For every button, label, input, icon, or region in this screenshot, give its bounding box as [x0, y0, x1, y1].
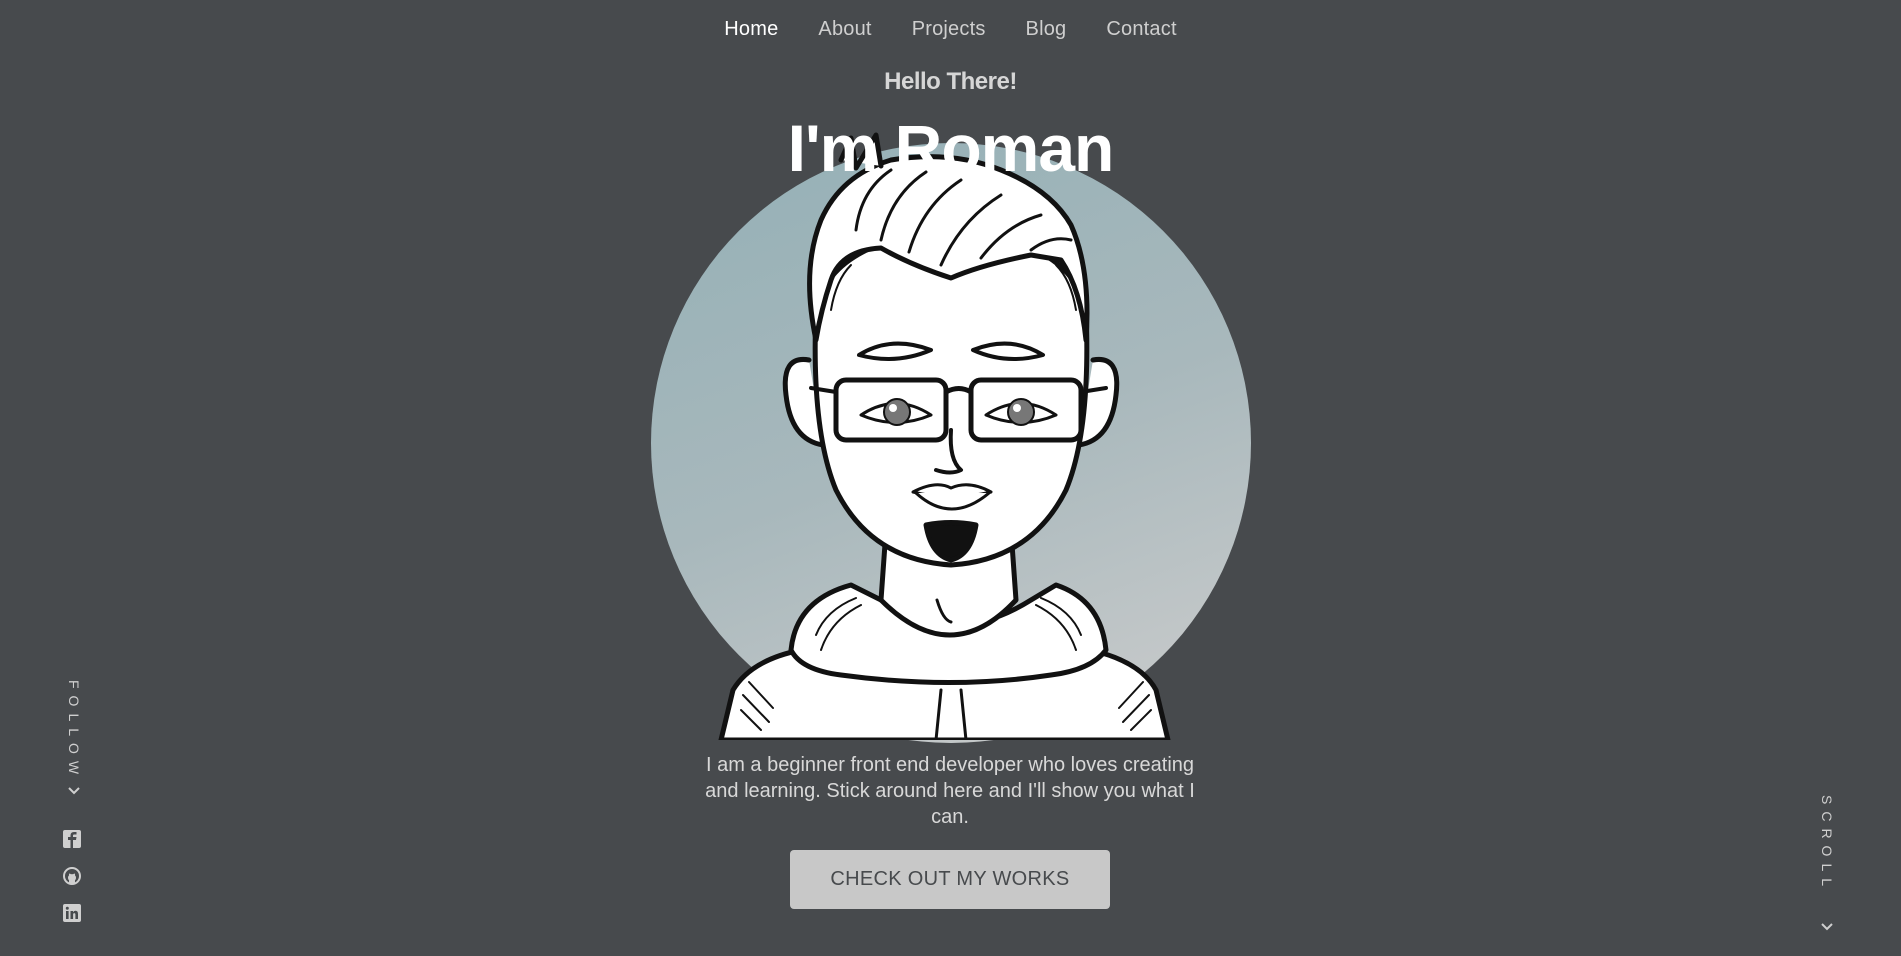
follow-label: FOLLOW: [66, 680, 82, 782]
nav-home[interactable]: Home: [724, 18, 778, 41]
follow-label-group: FOLLOW: [62, 680, 86, 799]
chevron-down-icon: [1820, 919, 1834, 935]
scroll-label: SCROLL: [1819, 795, 1835, 894]
hero-greeting: Hello There!: [884, 68, 1017, 95]
facebook-icon[interactable]: [63, 830, 83, 850]
avatar-drawing: [718, 132, 1171, 740]
page: Home About Projects Blog Contact Hello T…: [0, 0, 1901, 956]
scroll-indicator[interactable]: SCROLL: [1815, 795, 1839, 935]
linkedin-icon[interactable]: [63, 904, 83, 924]
hero-headline: I'm Roman: [787, 111, 1115, 185]
nav-blog[interactable]: Blog: [1026, 18, 1067, 41]
hero-intro-text: I am a beginner front end developer who …: [705, 754, 1195, 828]
avatar-illustration: [651, 130, 1251, 740]
nav-about[interactable]: About: [818, 18, 871, 41]
check-out-works-button[interactable]: CHECK OUT MY WORKS: [790, 850, 1110, 909]
chevron-down-icon: [67, 783, 81, 799]
github-icon[interactable]: [63, 867, 83, 887]
top-navigation: Home About Projects Blog Contact: [0, 18, 1901, 41]
nav-contact[interactable]: Contact: [1106, 18, 1176, 41]
nav-projects[interactable]: Projects: [912, 18, 986, 41]
